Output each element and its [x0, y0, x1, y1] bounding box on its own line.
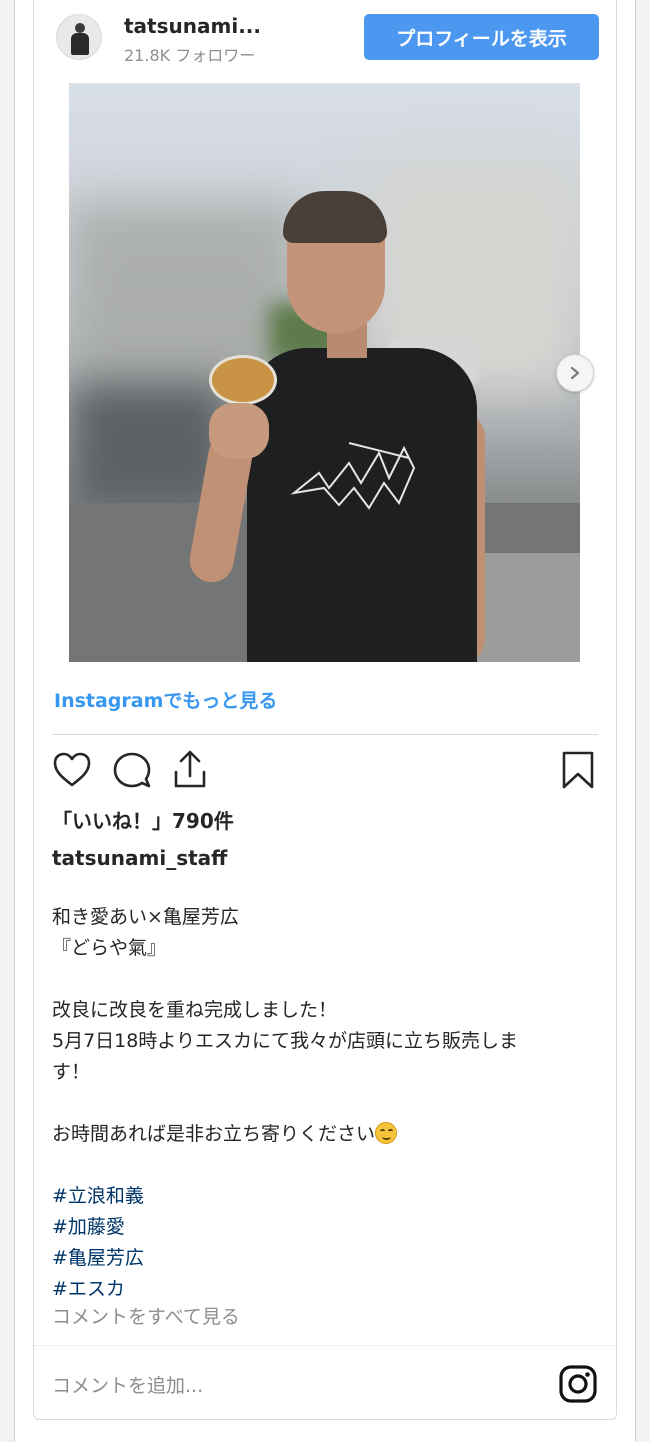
caption-line: お時間あれば是非お立ち寄りください — [52, 1119, 607, 1150]
page-frame: tatsunami... 21.8K フォロワー プロフィールを表示 Insta… — [14, 0, 636, 1442]
divider — [34, 1345, 616, 1346]
caption-line: 改良に改良を重ね完成しました！ — [52, 999, 338, 1021]
caption-line: 『どらや氣』 — [52, 937, 167, 959]
caption-text: お時間あれば是非お立ち寄りください — [52, 1123, 376, 1145]
dorayaki-package — [209, 355, 277, 405]
post-photo[interactable] — [69, 83, 580, 662]
username[interactable]: tatsunami... — [124, 14, 261, 38]
bookmark-icon — [562, 751, 594, 789]
comment-button[interactable] — [110, 748, 154, 792]
post-author[interactable]: tatsunami_staff — [52, 846, 227, 870]
chevron-right-icon — [570, 366, 580, 380]
hashtag-link[interactable]: #エスカ — [52, 1274, 607, 1305]
next-image-button[interactable] — [556, 354, 594, 392]
post-header: tatsunami... 21.8K フォロワー プロフィールを表示 — [34, 0, 616, 72]
divider — [52, 734, 598, 735]
add-comment-field[interactable]: コメントを追加... — [52, 1371, 203, 1398]
hashtag-link[interactable]: #加藤愛 — [52, 1212, 607, 1243]
view-profile-button[interactable]: プロフィールを表示 — [364, 14, 599, 60]
follower-count: 21.8K フォロワー — [124, 46, 256, 65]
like-count[interactable]: 「いいね！」790件 — [52, 805, 234, 834]
shirt-graphic — [290, 442, 416, 510]
caption-line: す！ — [52, 1061, 91, 1083]
caption-line: 和き愛あい×亀屋芳広 — [52, 906, 239, 928]
smiling-face-icon — [375, 1122, 398, 1144]
share-icon — [174, 750, 206, 788]
post-caption: 和き愛あい×亀屋芳広 『どらや氣』 改良に改良を重ね完成しました！ 5月7日18… — [52, 902, 607, 1305]
comment-icon — [113, 752, 151, 788]
caption-line: 5月7日18時よりエスカにて我々が店頭に立ち販売しま — [52, 1030, 518, 1052]
view-all-comments-link[interactable]: コメントをすべて見る — [52, 1302, 240, 1329]
instagram-logo-icon[interactable] — [558, 1364, 598, 1404]
like-button[interactable] — [50, 748, 94, 792]
hashtag-link[interactable]: #立浪和義 — [52, 1181, 607, 1212]
view-more-on-instagram-link[interactable]: Instagramでもっと見る — [54, 686, 277, 713]
instagram-embed-card: tatsunami... 21.8K フォロワー プロフィールを表示 Insta… — [33, 0, 617, 1420]
avatar[interactable] — [56, 14, 102, 60]
share-button[interactable] — [168, 748, 212, 792]
heart-icon — [53, 752, 91, 787]
hashtag-link[interactable]: #亀屋芳広 — [52, 1243, 607, 1274]
bookmark-button[interactable] — [556, 748, 600, 792]
